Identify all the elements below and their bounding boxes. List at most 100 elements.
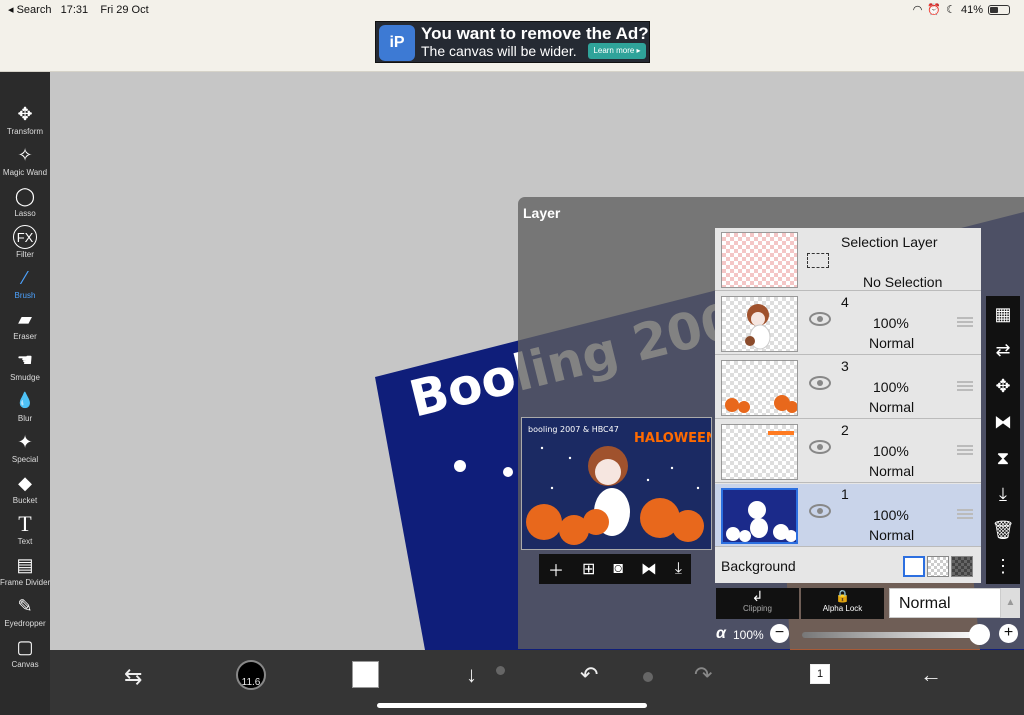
selection-layer-row[interactable]: Selection Layer No Selection	[715, 228, 981, 291]
swap-icon[interactable]: ⇄	[995, 340, 1010, 361]
ad-banner[interactable]: iP You want to remove the Ad? The canvas…	[375, 21, 650, 63]
layer-number: 4	[841, 294, 849, 310]
drag-handle-icon[interactable]	[957, 381, 973, 391]
tool-text[interactable]: T Text	[0, 510, 50, 550]
tool-blur[interactable]: 💧 Blur	[0, 387, 50, 427]
wifi-icon: ◠	[912, 4, 923, 16]
drag-handle-icon[interactable]	[957, 509, 973, 519]
trash-icon[interactable]: 🗑	[992, 520, 1015, 541]
background-transparent-swatch[interactable]	[927, 556, 949, 577]
opacity-decrease-button[interactable]: −	[770, 624, 789, 643]
status-left: ◂ Search 17:31 Fri 29 Oct	[8, 3, 149, 16]
flip-horizontal-icon[interactable]: ⧓	[994, 412, 1012, 433]
undo-icon[interactable]: ↶	[580, 662, 598, 688]
ad-subtitle: The canvas will be wider.	[421, 43, 577, 59]
eyedropper-icon: ✎	[17, 596, 33, 616]
brush-size-indicator[interactable]: 11.6	[236, 660, 266, 690]
checkerboard-icon[interactable]: ▦	[994, 304, 1011, 325]
learn-more-button[interactable]: Learn more ▸	[588, 43, 646, 59]
visibility-eye-icon[interactable]	[809, 312, 831, 326]
selection-layer-thumbnail	[721, 232, 798, 288]
add-layer-icon[interactable]: ＋	[548, 557, 564, 581]
layer-row-3[interactable]: 3 100% Normal	[715, 356, 981, 419]
tool-frame-divider[interactable]: ▤ Frame Divider	[0, 551, 50, 591]
flip-vertical-icon[interactable]: ⧗	[997, 448, 1010, 469]
layer-thumbnail	[721, 424, 798, 480]
visibility-eye-icon[interactable]	[809, 376, 831, 390]
brush-swap-icon[interactable]: ⇆	[124, 664, 142, 690]
layer-number: 3	[841, 358, 849, 374]
alpha-symbol: α	[716, 625, 726, 642]
background-dark-swatch[interactable]	[951, 556, 973, 577]
duplicate-layer-icon[interactable]: ⊞	[582, 559, 595, 579]
import-layer-icon[interactable]: ⤓	[675, 560, 682, 578]
tool-eyedropper[interactable]: ✎ Eyedropper	[0, 592, 50, 632]
opacity-increase-button[interactable]: +	[999, 624, 1018, 643]
alpha-lock-button[interactable]: 🔒 Alpha Lock	[801, 588, 884, 619]
down-arrow-icon[interactable]: ↓	[466, 662, 477, 688]
transform-icon: ✥	[17, 104, 33, 124]
drag-handle-icon[interactable]	[957, 317, 973, 327]
tool-special[interactable]: ✦ Special	[0, 428, 50, 468]
layer-thumbnail	[721, 296, 798, 352]
camera-icon[interactable]: ◙	[613, 560, 623, 578]
tool-label: Eyedropper	[4, 619, 46, 628]
layer-panel: Layer booling 2007 & HBC47 HALOWEEN ＋ ⊞ …	[518, 197, 1024, 649]
tool-lasso[interactable]: ◯ Lasso	[0, 182, 50, 222]
layer-thumbnail	[721, 488, 798, 544]
back-to-search-link[interactable]: ◂ Search	[8, 4, 51, 16]
opacity-slider-knob[interactable]	[969, 624, 990, 645]
layer-tools-strip: ▦ ⇄ ✥ ⧓ ⧗ ⤓ 🗑 ⋮	[986, 296, 1020, 584]
tool-label: Special	[11, 455, 39, 464]
tool-smudge[interactable]: ☚ Smudge	[0, 346, 50, 386]
layer-blend-mode: Normal	[869, 335, 915, 351]
background-white-swatch[interactable]	[903, 556, 925, 577]
color-swatch[interactable]	[352, 661, 379, 688]
alpha-lock-label: Alpha Lock	[822, 604, 863, 613]
move-icon[interactable]: ✥	[995, 376, 1010, 397]
blend-mode-arrow-icon[interactable]: ▲	[1001, 588, 1020, 618]
layer-row-2[interactable]: 2 100% Normal	[715, 420, 981, 483]
tool-filter[interactable]: FX Filter	[0, 223, 50, 263]
layer-row-1[interactable]: 1 100% Normal	[715, 484, 981, 547]
layer-opacity: 100%	[873, 315, 909, 331]
tool-bucket[interactable]: ◆ Bucket	[0, 469, 50, 509]
layer-opacity: 100%	[873, 379, 909, 395]
tool-sidebar: ✥ Transform ✧ Magic Wand ◯ Lasso FX Filter ⁄…	[0, 72, 50, 715]
tool-label: Eraser	[13, 332, 37, 341]
flip-layer-icon[interactable]: ⧓	[641, 559, 657, 579]
lasso-icon: ◯	[14, 186, 36, 206]
tool-magic-wand[interactable]: ✧ Magic Wand	[0, 141, 50, 181]
layer-blend-mode: Normal	[869, 463, 915, 479]
layer-row-4[interactable]: 4 100% Normal	[715, 292, 981, 355]
layer-action-bar: ＋ ⊞ ◙ ⧓ ⤓	[539, 554, 691, 584]
background-label: Background	[721, 558, 796, 574]
frame-divider-icon: ▤	[16, 555, 34, 575]
special-icon: ✦	[17, 432, 33, 452]
tool-label: Filter	[16, 250, 34, 259]
redo-icon[interactable]: ↷	[694, 662, 712, 688]
layer-number: 2	[841, 422, 849, 438]
home-indicator	[377, 703, 647, 708]
merge-down-icon[interactable]: ⤓	[999, 484, 1007, 505]
visibility-eye-icon[interactable]	[809, 440, 831, 454]
drag-handle-icon[interactable]	[957, 445, 973, 455]
layer-opacity: 100%	[873, 443, 909, 459]
status-right: ◠ ⏰ ☾ 41%	[913, 3, 1010, 16]
layer-blend-mode: Normal	[869, 527, 915, 543]
layers-page-button[interactable]: 1	[810, 664, 830, 684]
opacity-slider-track[interactable]	[802, 632, 980, 638]
blend-mode-select[interactable]: Normal	[889, 588, 1001, 618]
tool-canvas[interactable]: ▢ Canvas	[0, 633, 50, 673]
tool-eraser[interactable]: ▰ Eraser	[0, 305, 50, 345]
tool-transform[interactable]: ✥ Transform	[0, 100, 50, 140]
clipping-button[interactable]: ↲ Clipping	[716, 588, 799, 619]
tool-brush[interactable]: ⁄ Brush	[0, 264, 50, 304]
layer-panel-title: Layer	[523, 205, 561, 221]
visibility-eye-icon[interactable]	[809, 504, 831, 518]
artwork-preview: booling 2007 & HBC47 HALOWEEN	[521, 417, 717, 550]
selection-layer-title: Selection Layer	[841, 234, 938, 250]
more-options-icon[interactable]: ⋮	[994, 556, 1012, 577]
selection-icon	[807, 253, 829, 268]
back-arrow-icon[interactable]: ←	[920, 662, 942, 688]
